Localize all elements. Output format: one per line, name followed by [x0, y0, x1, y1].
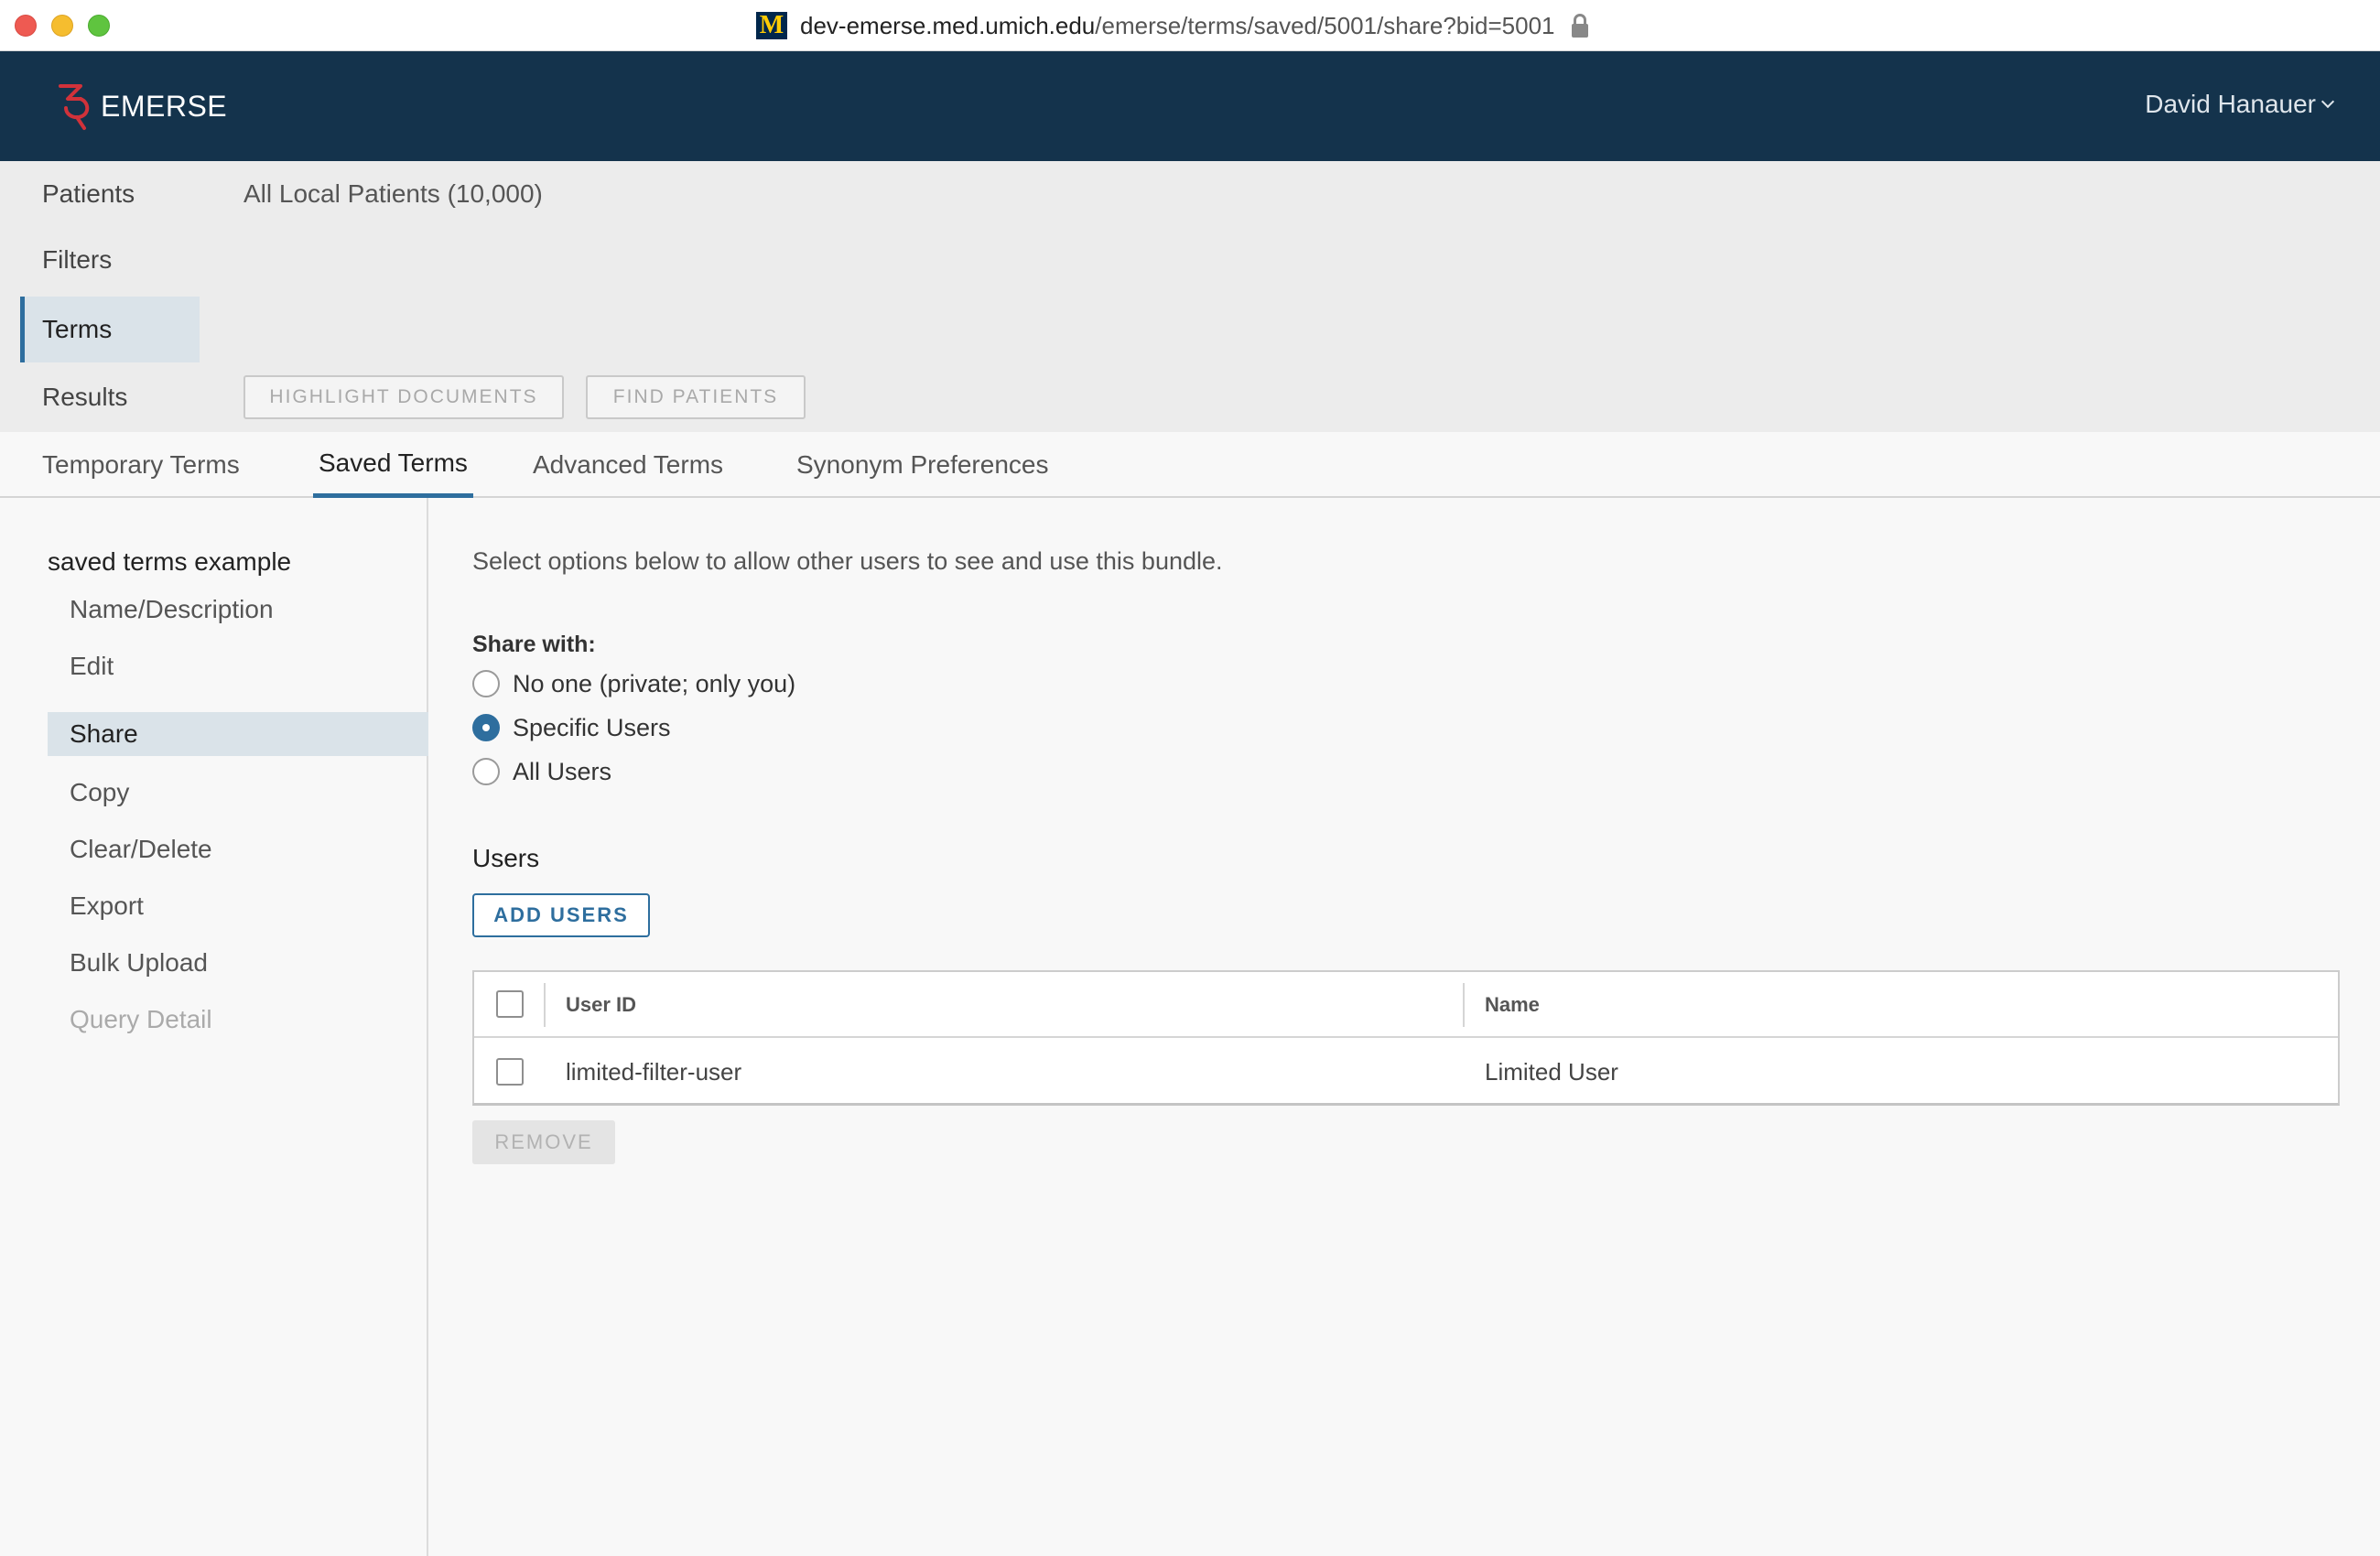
find-patients-button[interactable]: FIND PATIENTS	[586, 375, 806, 419]
umich-favicon-icon: M	[756, 12, 787, 39]
select-all-checkbox[interactable]	[496, 990, 524, 1018]
users-table: User ID Name limited-filter-user Limited…	[472, 970, 2340, 1106]
remove-button[interactable]: REMOVE	[472, 1120, 615, 1164]
user-name: David Hanauer	[2145, 90, 2316, 118]
tab-temporary-terms[interactable]: Temporary Terms	[42, 432, 240, 498]
radio-label: No one (private; only you)	[513, 669, 796, 697]
url-host: dev-emerse.med.umich.edu	[800, 11, 1096, 39]
users-heading: Users	[472, 844, 540, 872]
users-table-header: User ID Name	[474, 972, 2338, 1038]
column-divider	[1463, 983, 1465, 1027]
lock-icon	[1571, 14, 1588, 38]
app-name: EMERSE	[101, 89, 228, 123]
sidebar-item-share[interactable]: Share	[48, 712, 428, 756]
step-results[interactable]: Results	[20, 364, 200, 430]
address-bar[interactable]: M dev-emerse.med.umich.edu/emerse/terms/…	[756, 11, 1588, 40]
cell-user-id: limited-filter-user	[566, 1058, 742, 1086]
minimize-window-button[interactable]	[51, 15, 73, 37]
step-filters[interactable]: Filters	[20, 227, 200, 293]
url-path: /emerse/terms/saved/5001/share?bid=5001	[1095, 11, 1555, 39]
column-header-user-id[interactable]: User ID	[566, 993, 636, 1017]
step-patients[interactable]: Patients	[20, 161, 200, 227]
tab-synonym-preferences[interactable]: Synonym Preferences	[796, 432, 1048, 498]
radio-button-checked[interactable]	[472, 714, 500, 741]
chevron-down-icon	[2320, 94, 2335, 109]
share-with-label: Share with:	[472, 632, 596, 657]
user-menu[interactable]: David Hanauer	[2145, 90, 2335, 119]
share-intro-text: Select options below to allow other user…	[472, 547, 1223, 575]
maximize-window-button[interactable]	[88, 15, 110, 37]
sidebar-item-edit[interactable]: Edit	[48, 644, 428, 688]
radio-label: Specific Users	[513, 713, 671, 741]
url-text[interactable]: dev-emerse.med.umich.edu/emerse/terms/sa…	[800, 12, 1555, 40]
radio-label: All Users	[513, 757, 612, 785]
radio-option-specific-users[interactable]: Specific Users	[472, 712, 671, 743]
sidebar-item-export[interactable]: Export	[48, 884, 428, 928]
add-users-button[interactable]: ADD USERS	[472, 893, 650, 937]
column-header-name[interactable]: Name	[1485, 993, 1540, 1017]
step-terms[interactable]: Terms	[20, 297, 200, 362]
emerse-logo-icon	[59, 84, 90, 130]
sidebar-item-bulk-upload[interactable]: Bulk Upload	[48, 941, 428, 985]
app-header: EMERSE David Hanauer	[0, 51, 2380, 161]
table-row[interactable]: limited-filter-user Limited User	[474, 1040, 2338, 1106]
sidebar-item-copy[interactable]: Copy	[48, 771, 428, 815]
browser-titlebar: M dev-emerse.med.umich.edu/emerse/terms/…	[0, 0, 2380, 51]
radio-option-no-one[interactable]: No one (private; only you)	[472, 668, 795, 699]
close-window-button[interactable]	[15, 15, 37, 37]
radio-option-all-users[interactable]: All Users	[472, 756, 611, 787]
tab-saved-terms[interactable]: Saved Terms	[313, 432, 473, 498]
sidebar-item-query-detail: Query Detail	[70, 1005, 212, 1033]
emerse-logo[interactable]: EMERSE	[53, 79, 227, 134]
radio-button[interactable]	[472, 670, 500, 697]
row-checkbox[interactable]	[496, 1058, 524, 1086]
workflow-steps-panel: Patients Filters Terms Results All Local…	[0, 161, 2380, 432]
bundle-sidebar: saved terms example Name/Description Edi…	[0, 498, 428, 1556]
bundle-title: saved terms example	[48, 547, 292, 576]
sidebar-item-name-description[interactable]: Name/Description	[48, 588, 428, 632]
sidebar-item-clear-delete[interactable]: Clear/Delete	[48, 827, 428, 871]
patients-summary: All Local Patients (10,000)	[243, 179, 543, 208]
column-divider	[544, 983, 546, 1027]
terms-tabs: Temporary Terms Saved Terms Advanced Ter…	[0, 432, 2380, 498]
cell-name: Limited User	[1485, 1058, 1618, 1086]
radio-button[interactable]	[472, 758, 500, 785]
share-panel: Select options below to allow other user…	[430, 498, 2380, 1556]
tab-advanced-terms[interactable]: Advanced Terms	[533, 432, 723, 498]
highlight-documents-button[interactable]: HIGHLIGHT DOCUMENTS	[243, 375, 564, 419]
